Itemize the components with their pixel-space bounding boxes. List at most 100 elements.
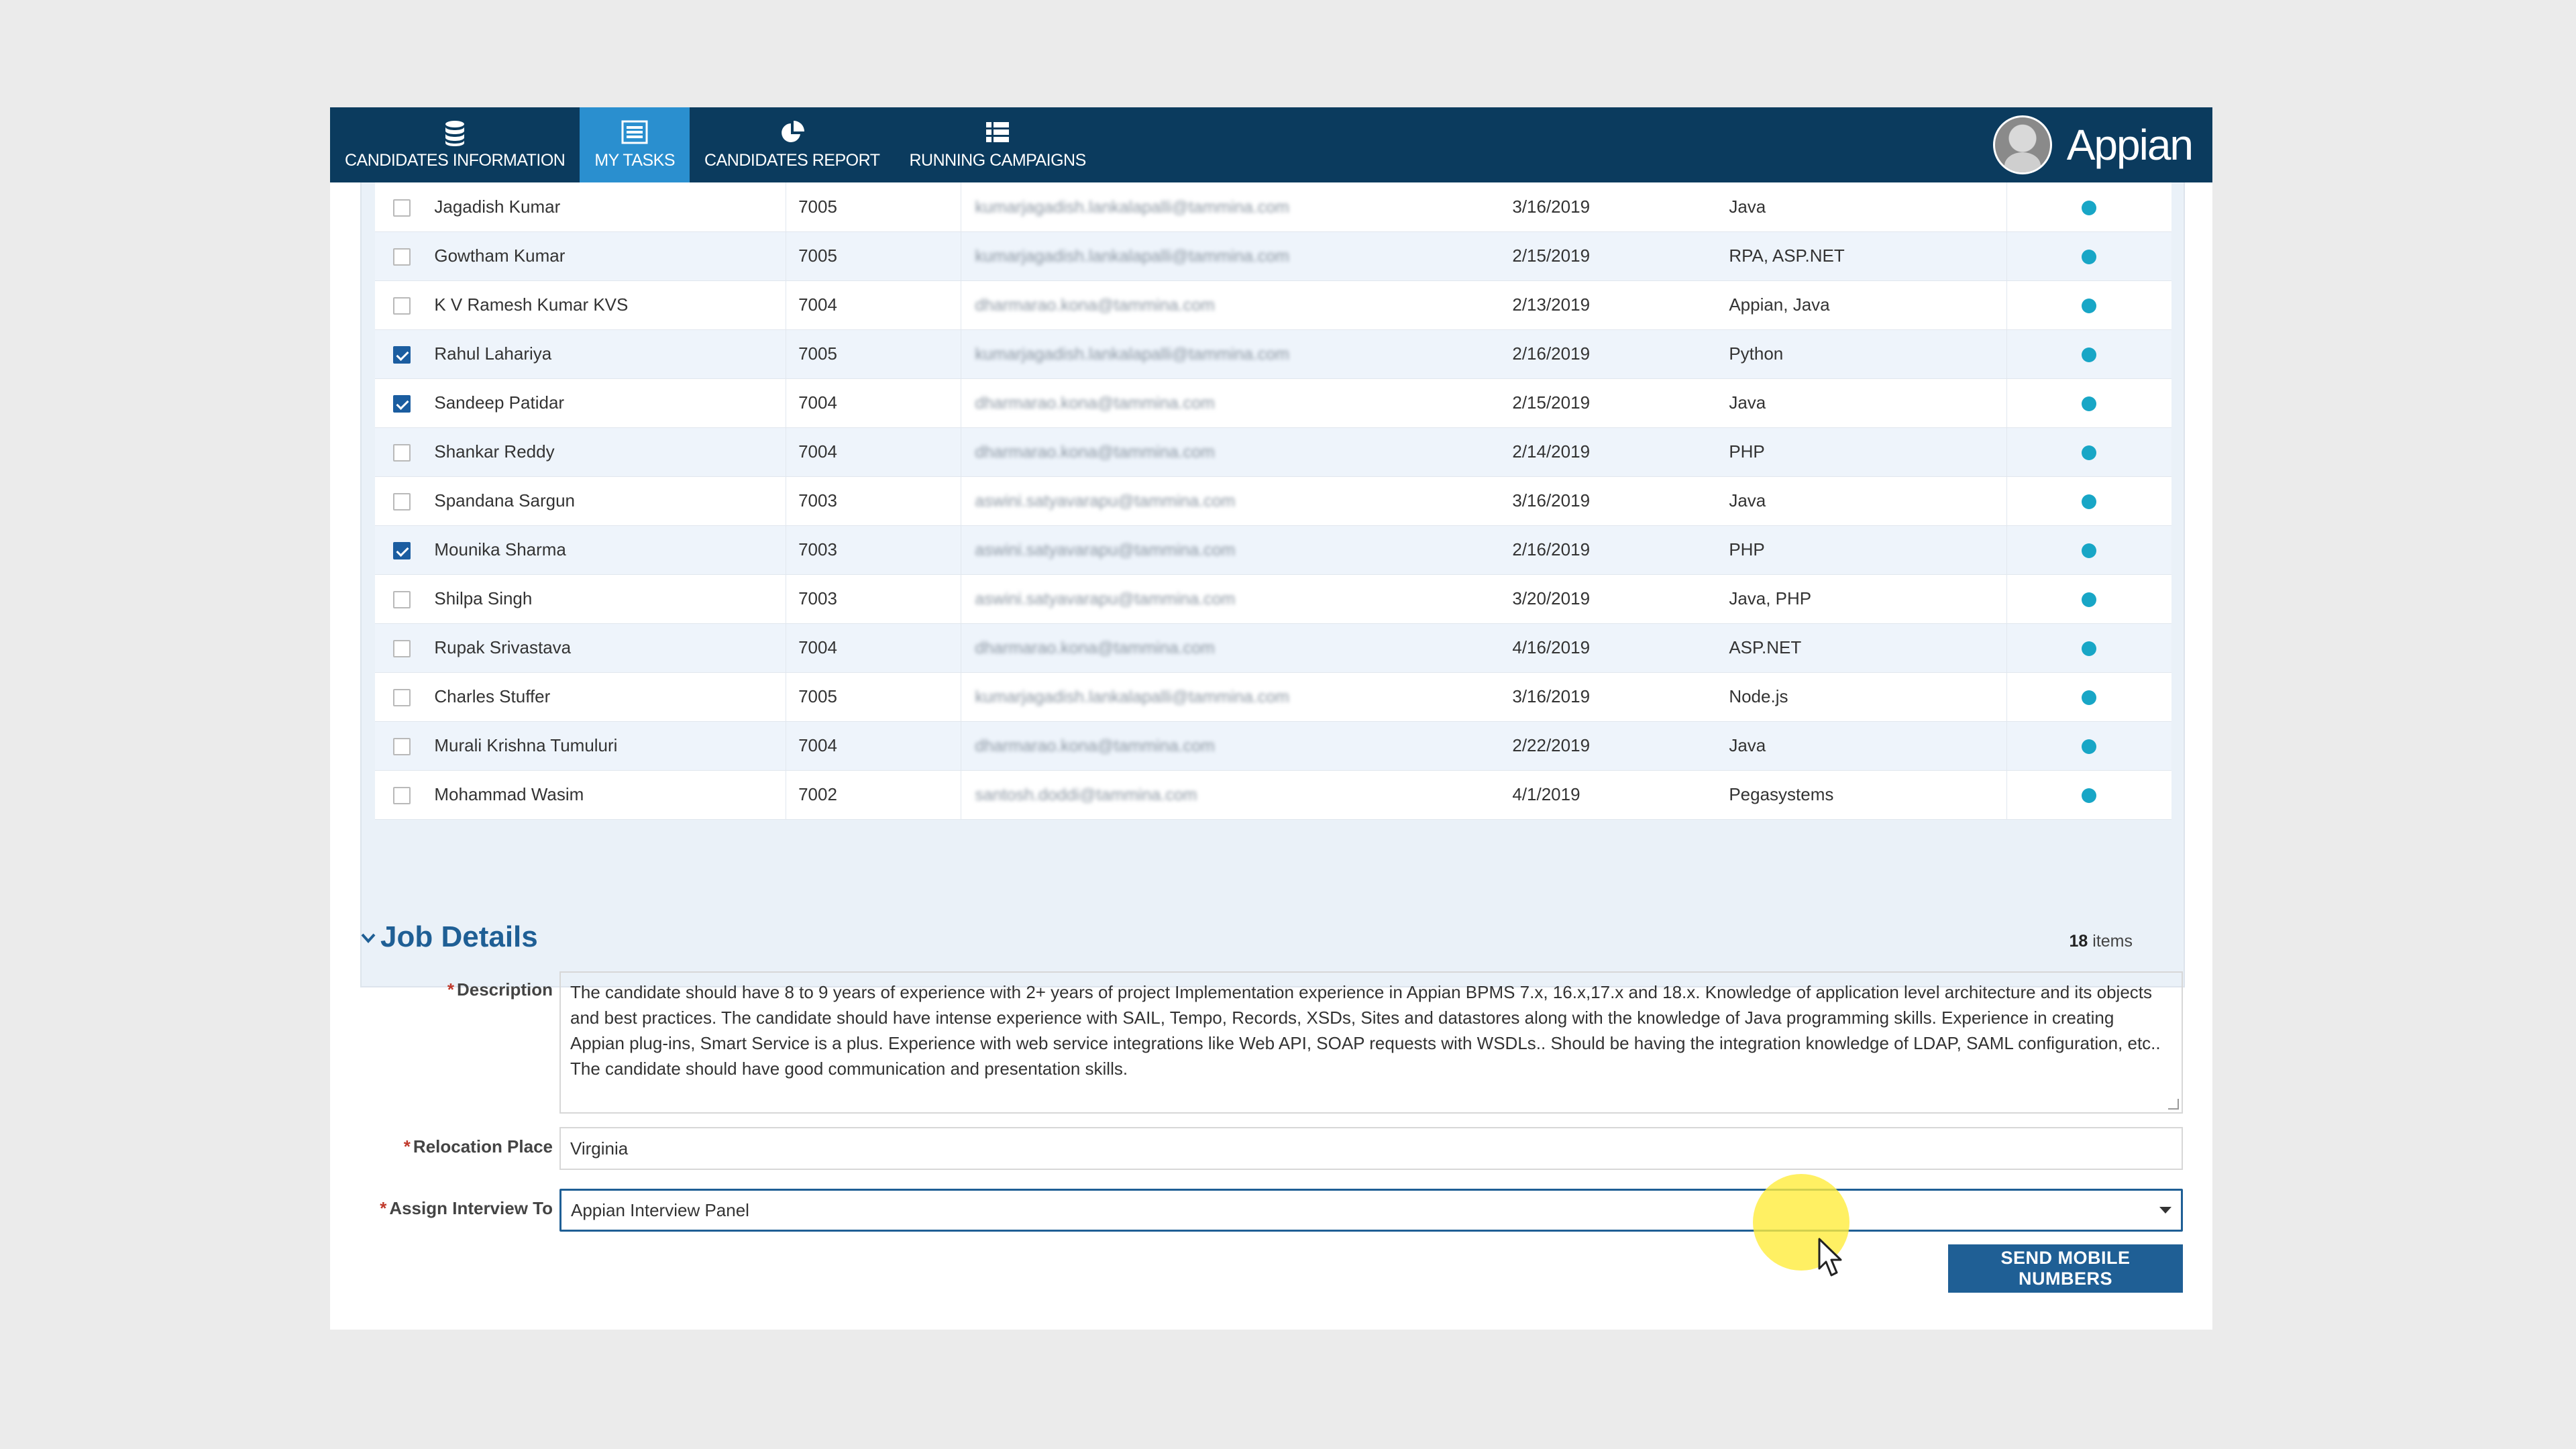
tab-label: CANDIDATES REPORT [704,150,880,170]
candidate-date: 4/16/2019 [1505,623,1721,673]
status-dot-icon[interactable] [2082,641,2097,657]
candidate-id: 7003 [786,476,961,526]
status-dot-icon[interactable] [2082,739,2097,755]
candidate-name-link[interactable]: K V Ramesh Kumar KVS [429,280,786,330]
candidate-name-link[interactable]: Charles Stuffer [429,672,786,722]
description-textarea[interactable]: The candidate should have 8 to 9 years o… [559,971,2183,1114]
status-dot-icon[interactable] [2082,200,2097,215]
assign-interview-label: * Assign Interview To [352,1198,553,1219]
table-row[interactable]: Sandeep Patidar 7004 dharmarao.kona@tammin… [375,378,2171,428]
assign-label-text: Assign Interview To [389,1198,553,1218]
candidate-email: kumarjagadish.lankalapalli@tammina.com [975,345,1289,364]
top-navigation-bar: CANDIDATES INFORMATION MY TASKS CANDIDAT… [330,107,2212,182]
row-checkbox[interactable] [393,689,411,707]
candidate-id: 7005 [786,672,961,722]
candidates-table: Jagadish Kumar 7005 kumarjagadish.lankalap… [375,182,2171,820]
row-checkbox[interactable] [393,738,411,756]
status-dot-icon[interactable] [2082,250,2097,265]
relocation-place-field[interactable] [559,1127,2183,1170]
candidate-name-link[interactable]: Jagadish Kumar [429,182,786,232]
row-checkbox[interactable] [393,346,411,364]
user-avatar[interactable] [1992,115,2052,174]
candidate-name-link[interactable]: Rupak Srivastava [429,623,786,673]
candidate-email-cell: dharmarao.kona@tammina.com [961,623,1506,673]
assign-interview-dropdown[interactable]: Appian Interview Panel [559,1189,2183,1232]
row-checkbox[interactable] [393,542,411,560]
candidate-id: 7004 [786,427,961,477]
items-count-number: 18 [2069,932,2088,951]
status-dot-icon[interactable] [2082,592,2097,608]
status-dot-icon[interactable] [2082,690,2097,706]
candidate-email: dharmarao.kona@tammina.com [975,296,1215,315]
row-checkbox[interactable] [393,493,411,511]
candidate-name-link[interactable]: Gowtham Kumar [429,231,786,281]
candidate-id: 7004 [786,623,961,673]
row-checkbox-cell [375,770,429,820]
candidate-name-link[interactable]: Spandana Sargun [429,476,786,526]
mouse-pointer-icon [1818,1238,1845,1281]
table-row[interactable]: Charles Stuffer 7005 kumarjagadish.lankala… [375,672,2171,722]
row-checkbox[interactable] [393,591,411,609]
row-checkbox[interactable] [393,395,411,413]
status-dot-icon[interactable] [2082,494,2097,510]
status-dot-icon[interactable] [2082,396,2097,412]
row-checkbox[interactable] [393,787,411,805]
resize-handle-icon[interactable] [2168,1099,2179,1110]
table-row[interactable]: Spandana Sargun 7003 aswini.satyavarapu@ta… [375,476,2171,526]
status-cell [2006,182,2171,232]
status-dot-icon[interactable] [2082,347,2097,363]
row-checkbox-cell [375,280,429,330]
candidate-name-link[interactable]: Murali Krishna Tumuluri [429,721,786,771]
status-dot-icon[interactable] [2082,299,2097,314]
row-checkbox[interactable] [393,297,411,315]
row-checkbox-cell [375,182,429,232]
row-checkbox[interactable] [393,640,411,658]
send-mobile-numbers-button[interactable]: SEND MOBILE NUMBERS [1948,1244,2183,1293]
status-dot-icon[interactable] [2082,445,2097,461]
tab-label: MY TASKS [594,150,676,170]
candidate-skills: RPA, ASP.NET [1721,231,2007,281]
candidate-email-cell: aswini.satyavarapu@tammina.com [961,574,1506,624]
table-row[interactable]: Jagadish Kumar 7005 kumarjagadish.lankalap… [375,182,2171,232]
row-checkbox[interactable] [393,248,411,266]
candidate-date: 2/16/2019 [1505,329,1721,379]
job-details-header[interactable]: Job Details [360,920,538,954]
chevron-down-icon [360,924,376,951]
table-row[interactable]: Gowtham Kumar 7005 kumarjagadish.lankalapa… [375,231,2171,281]
list-icon [985,120,1010,148]
required-marker: * [380,1198,387,1218]
tab-label: RUNNING CAMPAIGNS [909,150,1086,170]
relocation-label: * Relocation Place [352,1136,553,1157]
candidate-name-link[interactable]: Rahul Lahariya [429,329,786,379]
candidate-name-link[interactable]: Sandeep Patidar [429,378,786,428]
status-dot-icon[interactable] [2082,543,2097,559]
relocation-label-text: Relocation Place [413,1136,553,1157]
table-row[interactable]: K V Ramesh Kumar KVS 7004 dharmarao.kona@t… [375,280,2171,330]
candidate-skills: PHP [1721,525,2007,575]
tab-candidates-information[interactable]: CANDIDATES INFORMATION [330,107,580,182]
candidate-skills: ASP.NET [1721,623,2007,673]
table-row[interactable]: Mounika Sharma 7003 aswini.satyavarapu@tam… [375,525,2171,575]
status-dot-icon[interactable] [2082,788,2097,804]
tab-running-campaigns[interactable]: RUNNING CAMPAIGNS [894,107,1100,182]
table-row[interactable]: Murali Krishna Tumuluri 7004 dharmarao.kon… [375,721,2171,771]
candidate-name-link[interactable]: Shilpa Singh [429,574,786,624]
candidate-date: 3/20/2019 [1505,574,1721,624]
status-cell [2006,476,2171,526]
table-row[interactable]: Rupak Srivastava 7004 dharmarao.kona@tammi… [375,623,2171,673]
tab-my-tasks[interactable]: MY TASKS [580,107,690,182]
table-row[interactable]: Shilpa Singh 7003 aswini.satyavarapu@tammi… [375,574,2171,624]
row-checkbox[interactable] [393,444,411,462]
table-row[interactable]: Shankar Reddy 7004 dharmarao.kona@tammina.… [375,427,2171,477]
table-row[interactable]: Rahul Lahariya 7005 kumarjagadish.lankalap… [375,329,2171,379]
candidate-email-cell: dharmarao.kona@tammina.com [961,721,1506,771]
candidate-email: kumarjagadish.lankalapalli@tammina.com [975,688,1289,706]
candidate-id: 7005 [786,231,961,281]
row-checkbox[interactable] [393,199,411,217]
required-marker: * [403,1136,411,1157]
tab-candidates-report[interactable]: CANDIDATES REPORT [690,107,894,182]
candidate-name-link[interactable]: Shankar Reddy [429,427,786,477]
candidate-name-link[interactable]: Mounika Sharma [429,525,786,575]
candidate-name-link[interactable]: Mohammad Wasim [429,770,786,820]
table-row[interactable]: Mohammad Wasim 7002 santosh.doddi@tammina.… [375,770,2171,820]
